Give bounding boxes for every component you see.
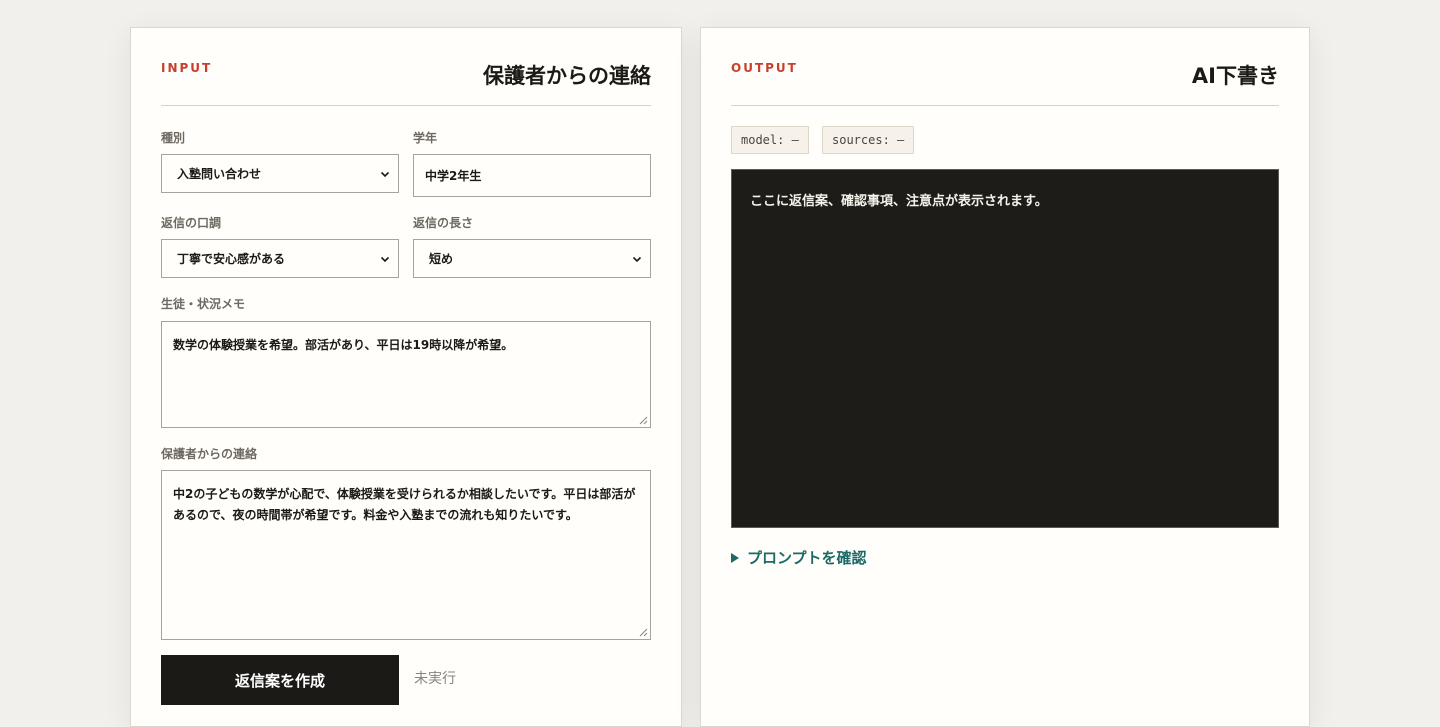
- generate-reply-button[interactable]: 返信案を作成: [161, 655, 399, 705]
- disclosure-triangle-icon: [731, 552, 739, 563]
- type-label: 種別: [161, 131, 186, 145]
- output-placeholder: ここに返信案、確認事項、注意点が表示されます。: [750, 194, 1048, 209]
- prompt-details-toggle[interactable]: プロンプトを確認: [731, 547, 867, 568]
- input-kicker: INPUT: [161, 61, 213, 75]
- grade-input[interactable]: 中学2年生: [413, 154, 651, 197]
- memo-textarea[interactable]: 数学の体験授業を希望。部活があり、平日は19時以降が希望。: [161, 321, 651, 428]
- output-panel: OUTPUT AI下書き model: — sources: — ここに返信案、…: [700, 27, 1310, 727]
- divider: [161, 105, 651, 106]
- memo-label: 生徒・状況メモ: [161, 297, 246, 311]
- resize-handle-icon[interactable]: [639, 628, 648, 637]
- output-panel-title: AI下書き: [1191, 64, 1279, 88]
- length-select[interactable]: 短め: [413, 239, 651, 278]
- run-status: 未実行: [414, 671, 456, 687]
- sources-chip: sources: —: [822, 126, 915, 154]
- divider: [731, 105, 1279, 106]
- length-label: 返信の長さ: [413, 216, 474, 230]
- chevron-down-icon: [632, 256, 642, 262]
- message-textarea-value: 中2の子どもの数学が心配で、体験授業を受けられるか相談したいです。平日は部活があ…: [173, 487, 636, 522]
- chevron-down-icon: [380, 171, 390, 177]
- tone-select-value: 丁寧で安心感がある: [177, 252, 286, 266]
- grade-input-value: 中学2年生: [425, 169, 482, 183]
- chevron-down-icon: [380, 256, 390, 262]
- type-select-value: 入塾問い合わせ: [177, 167, 262, 181]
- message-textarea[interactable]: 中2の子どもの数学が心配で、体験授業を受けられるか相談したいです。平日は部活があ…: [161, 470, 651, 640]
- input-panel: INPUT 保護者からの連絡 種別 入塾問い合わせ 学年 中学2年生 返信の口調…: [130, 27, 682, 727]
- tone-select[interactable]: 丁寧で安心感がある: [161, 239, 399, 278]
- grade-label: 学年: [413, 131, 438, 145]
- memo-textarea-value: 数学の体験授業を希望。部活があり、平日は19時以降が希望。: [173, 338, 514, 352]
- output-area: ここに返信案、確認事項、注意点が表示されます。: [731, 169, 1279, 528]
- model-chip: model: —: [731, 126, 809, 154]
- output-kicker: OUTPUT: [731, 61, 798, 75]
- resize-handle-icon[interactable]: [639, 416, 648, 425]
- length-select-value: 短め: [429, 252, 454, 266]
- message-label: 保護者からの連絡: [161, 447, 258, 461]
- prompt-details-label: プロンプトを確認: [747, 549, 867, 567]
- type-select[interactable]: 入塾問い合わせ: [161, 154, 399, 193]
- tone-label: 返信の口調: [161, 216, 222, 230]
- input-panel-title: 保護者からの連絡: [483, 64, 651, 88]
